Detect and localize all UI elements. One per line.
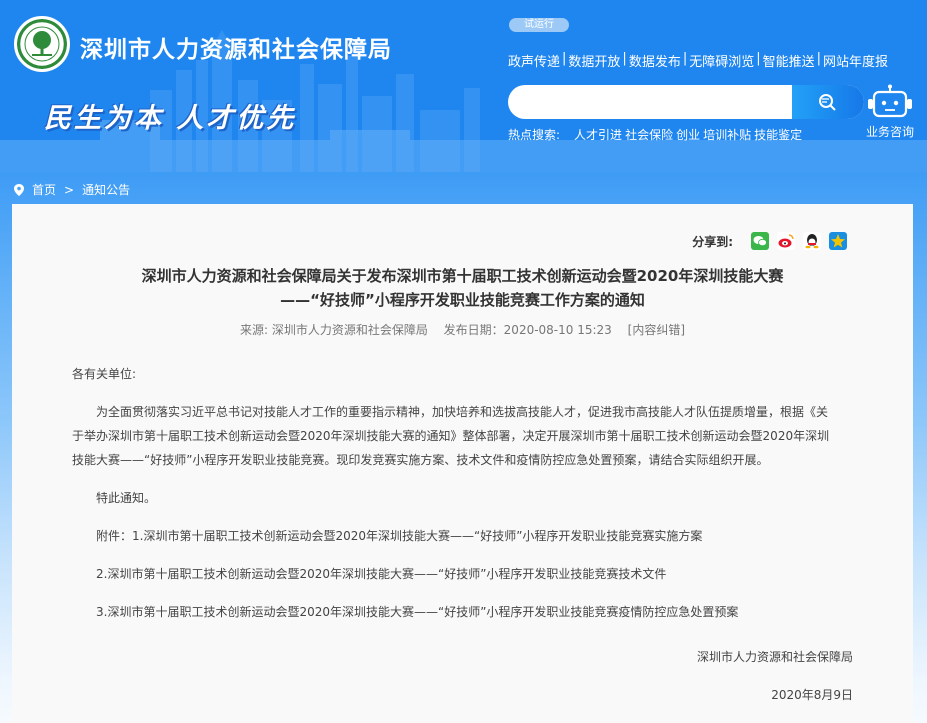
search-button[interactable]: [792, 85, 864, 119]
search-icon: [819, 94, 836, 111]
hot-word-skill-appraisal[interactable]: 技能鉴定: [754, 126, 802, 143]
hot-word-social-insurance[interactable]: 社会保险: [625, 126, 673, 143]
nav-item-annual-report[interactable]: 网站年度报: [823, 51, 888, 70]
site-title[interactable]: 深圳市人力资源和社会保障局: [80, 30, 392, 64]
hot-search: 热点搜索: 人才引进 社会保险 创业 培训补贴 技能鉴定: [508, 126, 805, 143]
share-bar: 分享到:: [692, 232, 847, 250]
salutation: 各有关单位:: [72, 367, 137, 381]
search-input[interactable]: [522, 92, 782, 112]
location-pin-icon: [14, 183, 24, 196]
article-title: 深圳市人力资源和社会保障局关于发布深圳市第十届职工技术创新运动会暨2020年深圳…: [12, 264, 913, 312]
nav-item-policy[interactable]: 政声传递: [508, 51, 560, 70]
wechat-icon[interactable]: [751, 232, 769, 250]
nav-item-smart-push[interactable]: 智能推送: [763, 51, 815, 70]
top-nav: 政声传递 | 数据开放 | 数据发布 | 无障碍浏览 | 智能推送 | 网站年度报: [508, 51, 889, 70]
content-correction-link[interactable]: [内容纠错]: [628, 323, 685, 337]
hot-word-talent[interactable]: 人才引进: [574, 126, 622, 143]
weibo-icon[interactable]: [777, 232, 795, 250]
hot-word-startup[interactable]: 创业: [676, 126, 700, 143]
hot-word-training-subsidy[interactable]: 培训补贴: [703, 126, 751, 143]
signature-date: 2020年8月9日: [771, 688, 853, 702]
breadcrumb-current[interactable]: 通知公告: [82, 181, 130, 198]
article-title-line1: 深圳市人力资源和社会保障局关于发布深圳市第十届职工技术创新运动会暨2020年深圳…: [141, 267, 784, 285]
paragraph-notice: 特此通知。: [96, 491, 157, 505]
attachment-3[interactable]: 3.深圳市第十届职工技术创新运动会暨2020年深圳技能大赛——“好技师”小程序开…: [72, 600, 832, 624]
nav-item-data-open[interactable]: 数据开放: [568, 51, 620, 70]
signature: 深圳市人力资源和社会保障局: [696, 650, 853, 664]
qzone-icon[interactable]: [829, 232, 847, 250]
article-meta: 来源: 深圳市人力资源和社会保障局 发布日期：2020-08-10 15:23 …: [12, 321, 913, 338]
attachment-1[interactable]: 附件：1.深圳市第十届职工技术创新运动会暨2020年深圳技能大赛——“好技师”小…: [72, 524, 832, 548]
article-title-line2: ——“好技师”小程序开发职业技能竞赛工作方案的通知: [280, 291, 645, 309]
article-date: 发布日期：2020-08-10 15:23: [443, 323, 612, 337]
site-header: 深圳市人力资源和社会保障局 民生为本 人才优先 试运行 政声传递 | 数据开放 | …: [0, 0, 927, 172]
share-label: 分享到:: [692, 234, 733, 249]
tree-emblem-icon: [17, 19, 67, 69]
search-box: [508, 85, 864, 119]
breadcrumb: 首页 > 通知公告: [14, 181, 130, 198]
paragraph-main: 为全面贯彻落实习近平总书记对技能人才工作的重要指示精神，加快培养和选拔高技能人才…: [72, 405, 830, 467]
slogan: 民生为本 人才优先: [44, 103, 297, 134]
qq-icon[interactable]: [803, 232, 821, 250]
robot-icon[interactable]: [866, 84, 914, 120]
attachment-2[interactable]: 2.深圳市第十届职工技术创新运动会暨2020年深圳技能大赛——“好技师”小程序开…: [72, 562, 832, 586]
article-card: 分享到: 深圳市人力资源和社会保障局关于发布深圳市第十届职工技术创新运动会暨20…: [12, 204, 913, 723]
trial-badge: 试运行: [509, 18, 569, 32]
bureau-logo[interactable]: [14, 16, 70, 72]
breadcrumb-separator: >: [64, 182, 75, 197]
hot-search-label: 热点搜索:: [508, 128, 561, 142]
breadcrumb-home[interactable]: 首页: [32, 181, 56, 198]
article-source: 来源: 深圳市人力资源和社会保障局: [239, 323, 428, 337]
nav-item-data-release[interactable]: 数据发布: [629, 51, 681, 70]
nav-item-accessibility[interactable]: 无障碍浏览: [689, 51, 754, 70]
business-consult-label[interactable]: 业务咨询: [866, 124, 916, 140]
